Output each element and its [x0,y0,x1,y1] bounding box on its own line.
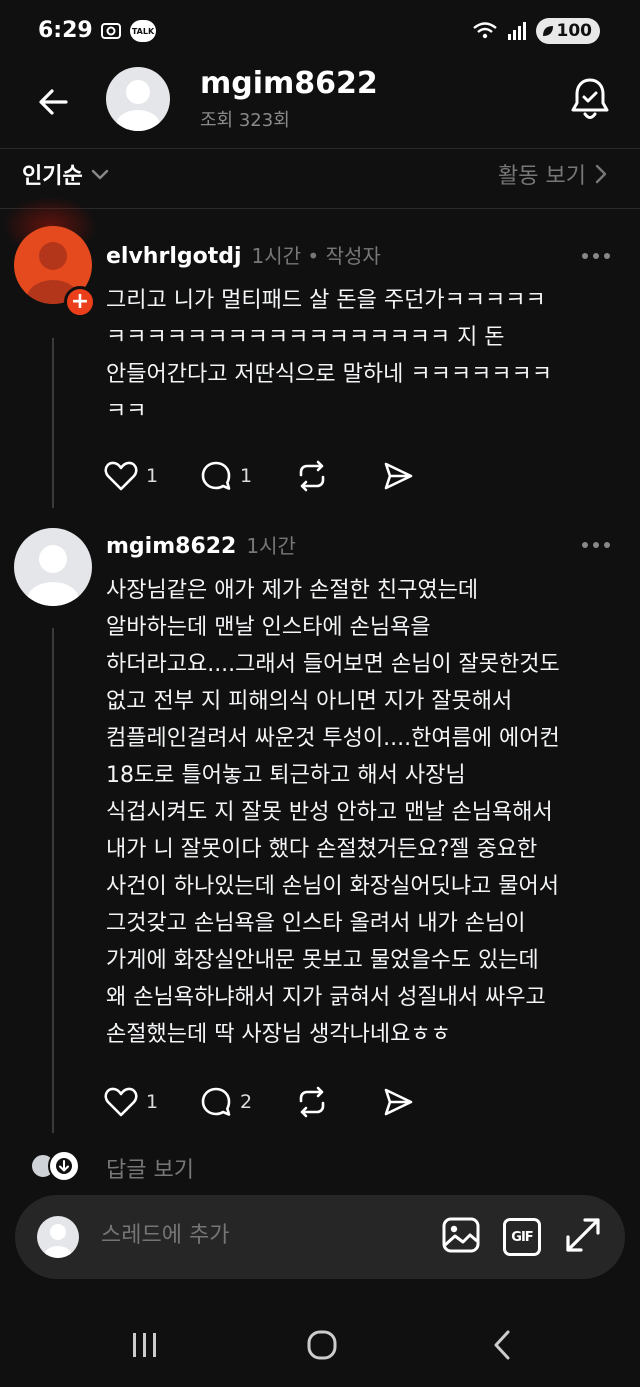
reply-avatars [30,1148,90,1184]
heart-icon [104,461,138,491]
recents-icon [133,1333,156,1357]
comment-author[interactable]: elvhrlgotdj [106,244,242,269]
chevron-right-icon [595,164,607,184]
repost-icon [299,460,325,492]
default-avatar-icon [27,545,79,606]
thread-header: mgim8622 조회 323회 [0,64,640,148]
gif-icon[interactable]: GIF [503,1218,541,1256]
comment-icon [201,1087,231,1116]
gif-label: GIF [511,1229,533,1245]
back-button[interactable] [32,80,76,124]
home-icon [307,1330,337,1360]
reply-composer: GIF [15,1195,625,1279]
follow-plus-button[interactable]: + [64,286,96,318]
system-back-button[interactable] [480,1325,524,1365]
comment-avatar[interactable] [14,528,92,606]
sort-dropdown[interactable]: 인기순 [22,158,111,190]
header-divider [0,148,640,149]
image-icon [442,1217,480,1253]
status-system-icons: 100 [472,18,600,44]
share-button[interactable] [382,456,414,496]
view-activity-link[interactable]: 활동 보기 [498,158,608,190]
status-time: 6:29 [38,18,93,43]
heart-icon [104,1087,138,1117]
avatar [37,1216,79,1258]
back-arrow-icon [39,89,68,115]
comment-header: elvhrlgotdj 1시간 • 작성자 [106,240,381,269]
repost-icon [299,1086,325,1118]
page-title[interactable]: mgim8622 [200,66,378,101]
comment-meta: 1시간 [246,534,296,558]
screenshot-icon [101,23,121,39]
repost-button[interactable] [296,1082,382,1122]
arrow-down-icon [56,1158,72,1174]
like-button[interactable]: 1 [104,456,200,496]
thread-line [52,338,54,508]
home-button[interactable] [300,1325,344,1365]
reply-button[interactable]: 2 [200,1082,296,1122]
attach-image-button[interactable] [441,1215,481,1259]
kakaotalk-icon: TALK [130,20,156,42]
default-avatar-icon [116,80,160,131]
like-count: 1 [146,465,159,487]
share-icon [384,1088,413,1116]
view-count: 조회 323회 [200,110,290,131]
chevron-down-icon [91,169,108,180]
comment-actions: 1 1 [104,456,414,496]
comment-text: 사장님같은 애가 제가 손절한 친구였는데 알바하는데 맨날 인스타에 손님욕을… [106,578,560,1047]
battery-leaf-icon [542,26,553,36]
bell-icon [571,78,609,119]
comment-header: mgim8622 1시간 [106,530,296,559]
reply-count: 2 [240,1091,253,1113]
system-nav-bar [0,1300,640,1387]
recents-button[interactable] [122,1325,166,1365]
view-replies-label: 답글 보기 [106,1158,194,1183]
avatar [48,1150,80,1182]
reply-button[interactable]: 1 [200,456,296,496]
more-icon[interactable] [582,540,610,550]
notification-button[interactable] [568,76,612,124]
expand-icon [566,1218,600,1252]
more-icon[interactable] [582,251,610,261]
default-avatar-icon [44,1224,72,1258]
comment-icon [201,461,231,490]
composer-tools: GIF [441,1215,603,1259]
comment-meta: 1시간 • 작성자 [251,244,381,268]
view-replies-link[interactable]: 답글 보기 [30,1146,194,1186]
share-icon [384,462,413,490]
comment-author[interactable]: mgim8622 [106,534,236,559]
share-button[interactable] [382,1082,414,1122]
kakaotalk-label: TALK [131,26,155,36]
like-count: 1 [146,1091,159,1113]
thread-line [52,628,54,1133]
reply-input[interactable] [101,1223,421,1248]
expand-button[interactable] [563,1215,603,1259]
comment-text: 그리고 니가 멀티패드 살 돈을 주던가ㅋㅋㅋㅋㅋ ㅋㅋㅋㅋㅋㅋㅋㅋㅋㅋㅋㅋㅋㅋ… [106,288,553,424]
like-button[interactable]: 1 [104,1082,200,1122]
nav-back-icon [494,1330,510,1360]
activity-label: 활동 보기 [498,164,586,189]
repost-button[interactable] [296,456,382,496]
wifi-icon [472,22,497,39]
avatar[interactable] [106,67,170,131]
sort-label: 인기순 [22,164,83,189]
battery-indicator: 100 [535,18,600,44]
status-notification-icons: TALK [100,20,156,42]
reply-count: 1 [240,465,253,487]
status-bar: 6:29 TALK 100 [0,0,640,64]
comment-actions: 1 2 [104,1082,414,1122]
signal-icon [507,22,526,40]
battery-level: 100 [556,21,593,41]
